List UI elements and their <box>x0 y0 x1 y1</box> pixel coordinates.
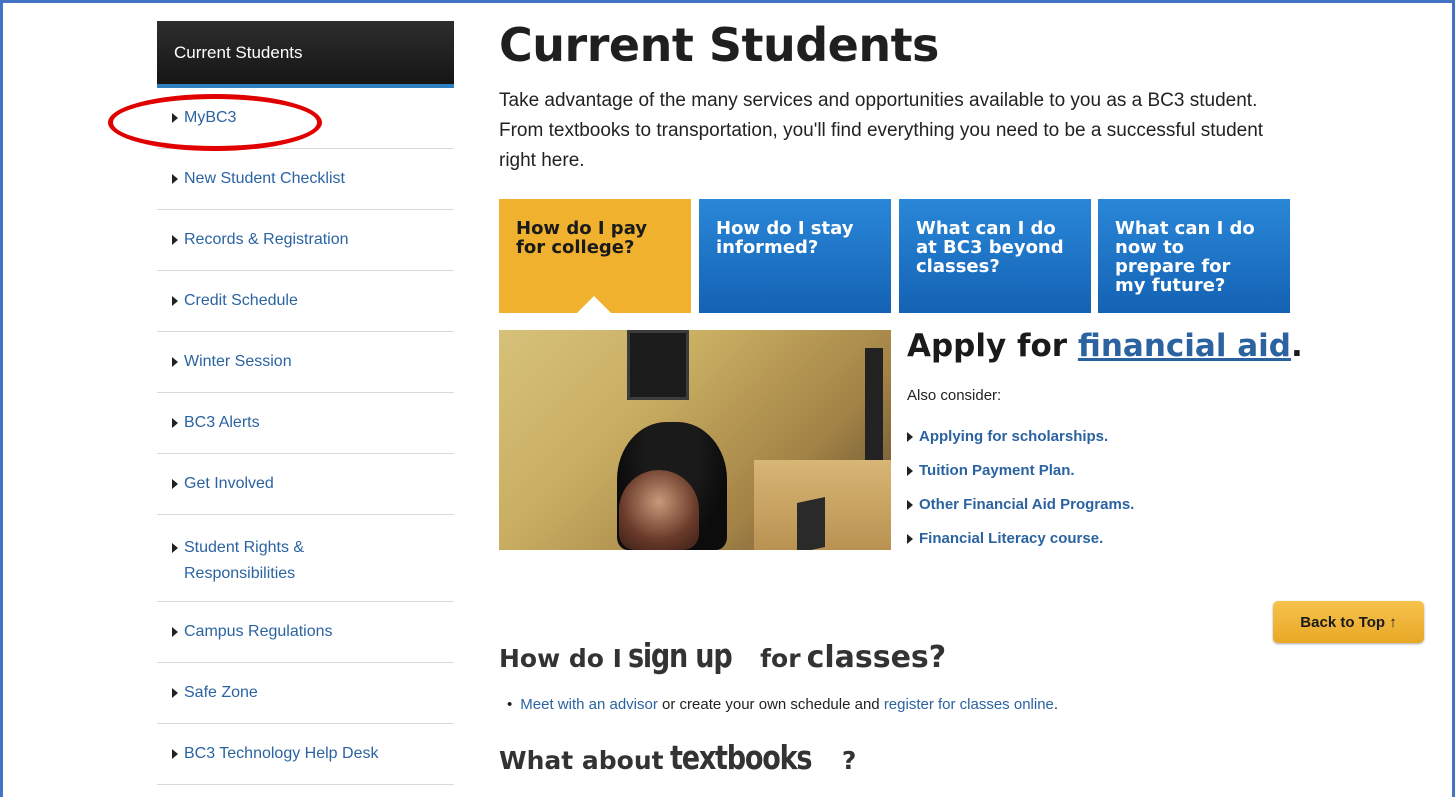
signup-classes: classes? <box>807 640 947 675</box>
person-seated <box>619 470 699 550</box>
tile-label: How do I pay for college? <box>516 218 648 258</box>
link-label: Tuition Payment Plan. <box>919 462 1075 479</box>
tile-prepare-future[interactable]: What can I do now to prepare for my futu… <box>1098 199 1290 313</box>
apply-suffix: . <box>1291 328 1303 364</box>
advisor-link[interactable]: Meet with an advisor <box>520 696 658 713</box>
sidebar-item-label: BC3 Technology Help Desk <box>184 745 379 762</box>
tile-label: What can I do at BC3 beyond classes? <box>916 218 1064 277</box>
apply-heading: Apply for financial aid. <box>907 328 1303 364</box>
financial-literacy-link[interactable]: Financial Literacy course. <box>907 530 1134 564</box>
financial-aid-link[interactable]: financial aid <box>1078 328 1291 364</box>
caret-right-icon <box>172 479 178 489</box>
sidebar-item-records-registration[interactable]: Records & Registration <box>157 210 454 271</box>
sidebar-item-student-rights[interactable]: Student Rights & Responsibilities <box>157 515 454 602</box>
textbooks-post: ? <box>841 746 857 775</box>
signup-post: ? <box>928 640 947 675</box>
tile-stay-informed[interactable]: How do I stay informed? <box>699 199 891 313</box>
sidebar-item-new-student-checklist[interactable]: New Student Checklist <box>157 149 454 210</box>
sidebar-item-tech-help-desk[interactable]: BC3 Technology Help Desk <box>157 724 454 785</box>
sidebar-item-get-involved[interactable]: Get Involved <box>157 454 454 515</box>
link-label: Applying for scholarships. <box>919 428 1109 445</box>
students-photo <box>499 330 891 550</box>
sidebar-item-winter-session[interactable]: Winter Session <box>157 332 454 393</box>
bullet-icon: • <box>507 696 513 713</box>
textbooks-word: textbooks? <box>670 738 857 777</box>
sidebar-item-label: Records & Registration <box>184 231 349 248</box>
wall-picture <box>865 348 883 478</box>
caret-right-icon <box>172 174 178 184</box>
sidebar-header: Current Students <box>157 21 454 88</box>
caret-right-icon <box>907 466 913 476</box>
intro-paragraph: Take advantage of the many services and … <box>499 90 1264 171</box>
link-label: Financial Literacy course. <box>919 530 1104 547</box>
sidebar-item-campus-regulations[interactable]: Campus Regulations <box>157 602 454 663</box>
signup-heading: How do I sign up for classes? <box>499 636 946 675</box>
link-label: Other Financial Aid Programs. <box>919 496 1135 513</box>
scholarships-link[interactable]: Applying for scholarships. <box>907 428 1134 462</box>
sidebar-item-label: Get Involved <box>184 475 274 492</box>
active-tab-notch-icon <box>577 296 611 313</box>
textbooks-emphasis: textbooks <box>669 738 813 777</box>
caret-right-icon <box>172 418 178 428</box>
tile-pay-for-college[interactable]: How do I pay for college? <box>499 199 691 313</box>
sidebar-item-label: Safe Zone <box>184 684 258 701</box>
sidebar-item-credit-schedule[interactable]: Credit Schedule <box>157 271 454 332</box>
textbooks-pre: What about <box>499 746 664 775</box>
back-to-top-button[interactable]: Back to Top ↑ <box>1273 601 1424 643</box>
also-consider-label: Also consider: <box>907 387 1002 404</box>
signup-pre: How do I <box>499 644 622 673</box>
textbooks-heading: What about textbooks? <box>499 738 856 777</box>
other-aid-link[interactable]: Other Financial Aid Programs. <box>907 496 1134 530</box>
bullet-end: . <box>1053 696 1059 713</box>
sidebar-item-label: Winter Session <box>184 353 292 370</box>
tile-label: How do I stay informed? <box>716 218 854 258</box>
caret-right-icon <box>172 688 178 698</box>
apply-prefix: Apply for <box>907 328 1078 364</box>
monitor <box>797 497 825 550</box>
signup-mid: for <box>760 644 801 673</box>
caret-right-icon <box>172 749 178 759</box>
sidebar-item-bc3-alerts[interactable]: BC3 Alerts <box>157 393 454 454</box>
caret-right-icon <box>172 357 178 367</box>
caret-right-icon <box>907 534 913 544</box>
sidebar-item-label: New Student Checklist <box>184 170 345 187</box>
tile-beyond-classes[interactable]: What can I do at BC3 beyond classes? <box>899 199 1091 313</box>
caret-right-icon <box>172 235 178 245</box>
page-title: Current Students <box>499 18 939 72</box>
aid-links-list: Applying for scholarships. Tuition Payme… <box>907 428 1134 564</box>
signup-bullet: • Meet with an advisor or create your own… <box>507 696 1058 713</box>
sidebar-item-label: BC3 Alerts <box>184 414 260 431</box>
signup-classes-word: classes <box>806 640 929 675</box>
sidebar-item-label: Credit Schedule <box>184 292 298 309</box>
caret-right-icon <box>172 543 178 553</box>
signup-emphasis: sign up <box>627 636 733 675</box>
sidebar-item-label: Campus Regulations <box>184 623 333 640</box>
caret-right-icon <box>172 627 178 637</box>
sidebar-item-safe-zone[interactable]: Safe Zone <box>157 663 454 724</box>
bullet-middle-text: or create your own schedule and <box>657 696 884 713</box>
caret-right-icon <box>907 500 913 510</box>
tile-label: What can I do now to prepare for my futu… <box>1115 218 1255 296</box>
tuition-plan-link[interactable]: Tuition Payment Plan. <box>907 462 1134 496</box>
caret-right-icon <box>907 432 913 442</box>
register-online-link[interactable]: register for classes online <box>884 696 1054 713</box>
annotation-highlight-oval <box>108 94 322 151</box>
sidebar-item-label: Student Rights & Responsibilities <box>184 539 305 582</box>
caret-right-icon <box>172 296 178 306</box>
wall-picture <box>627 330 689 400</box>
